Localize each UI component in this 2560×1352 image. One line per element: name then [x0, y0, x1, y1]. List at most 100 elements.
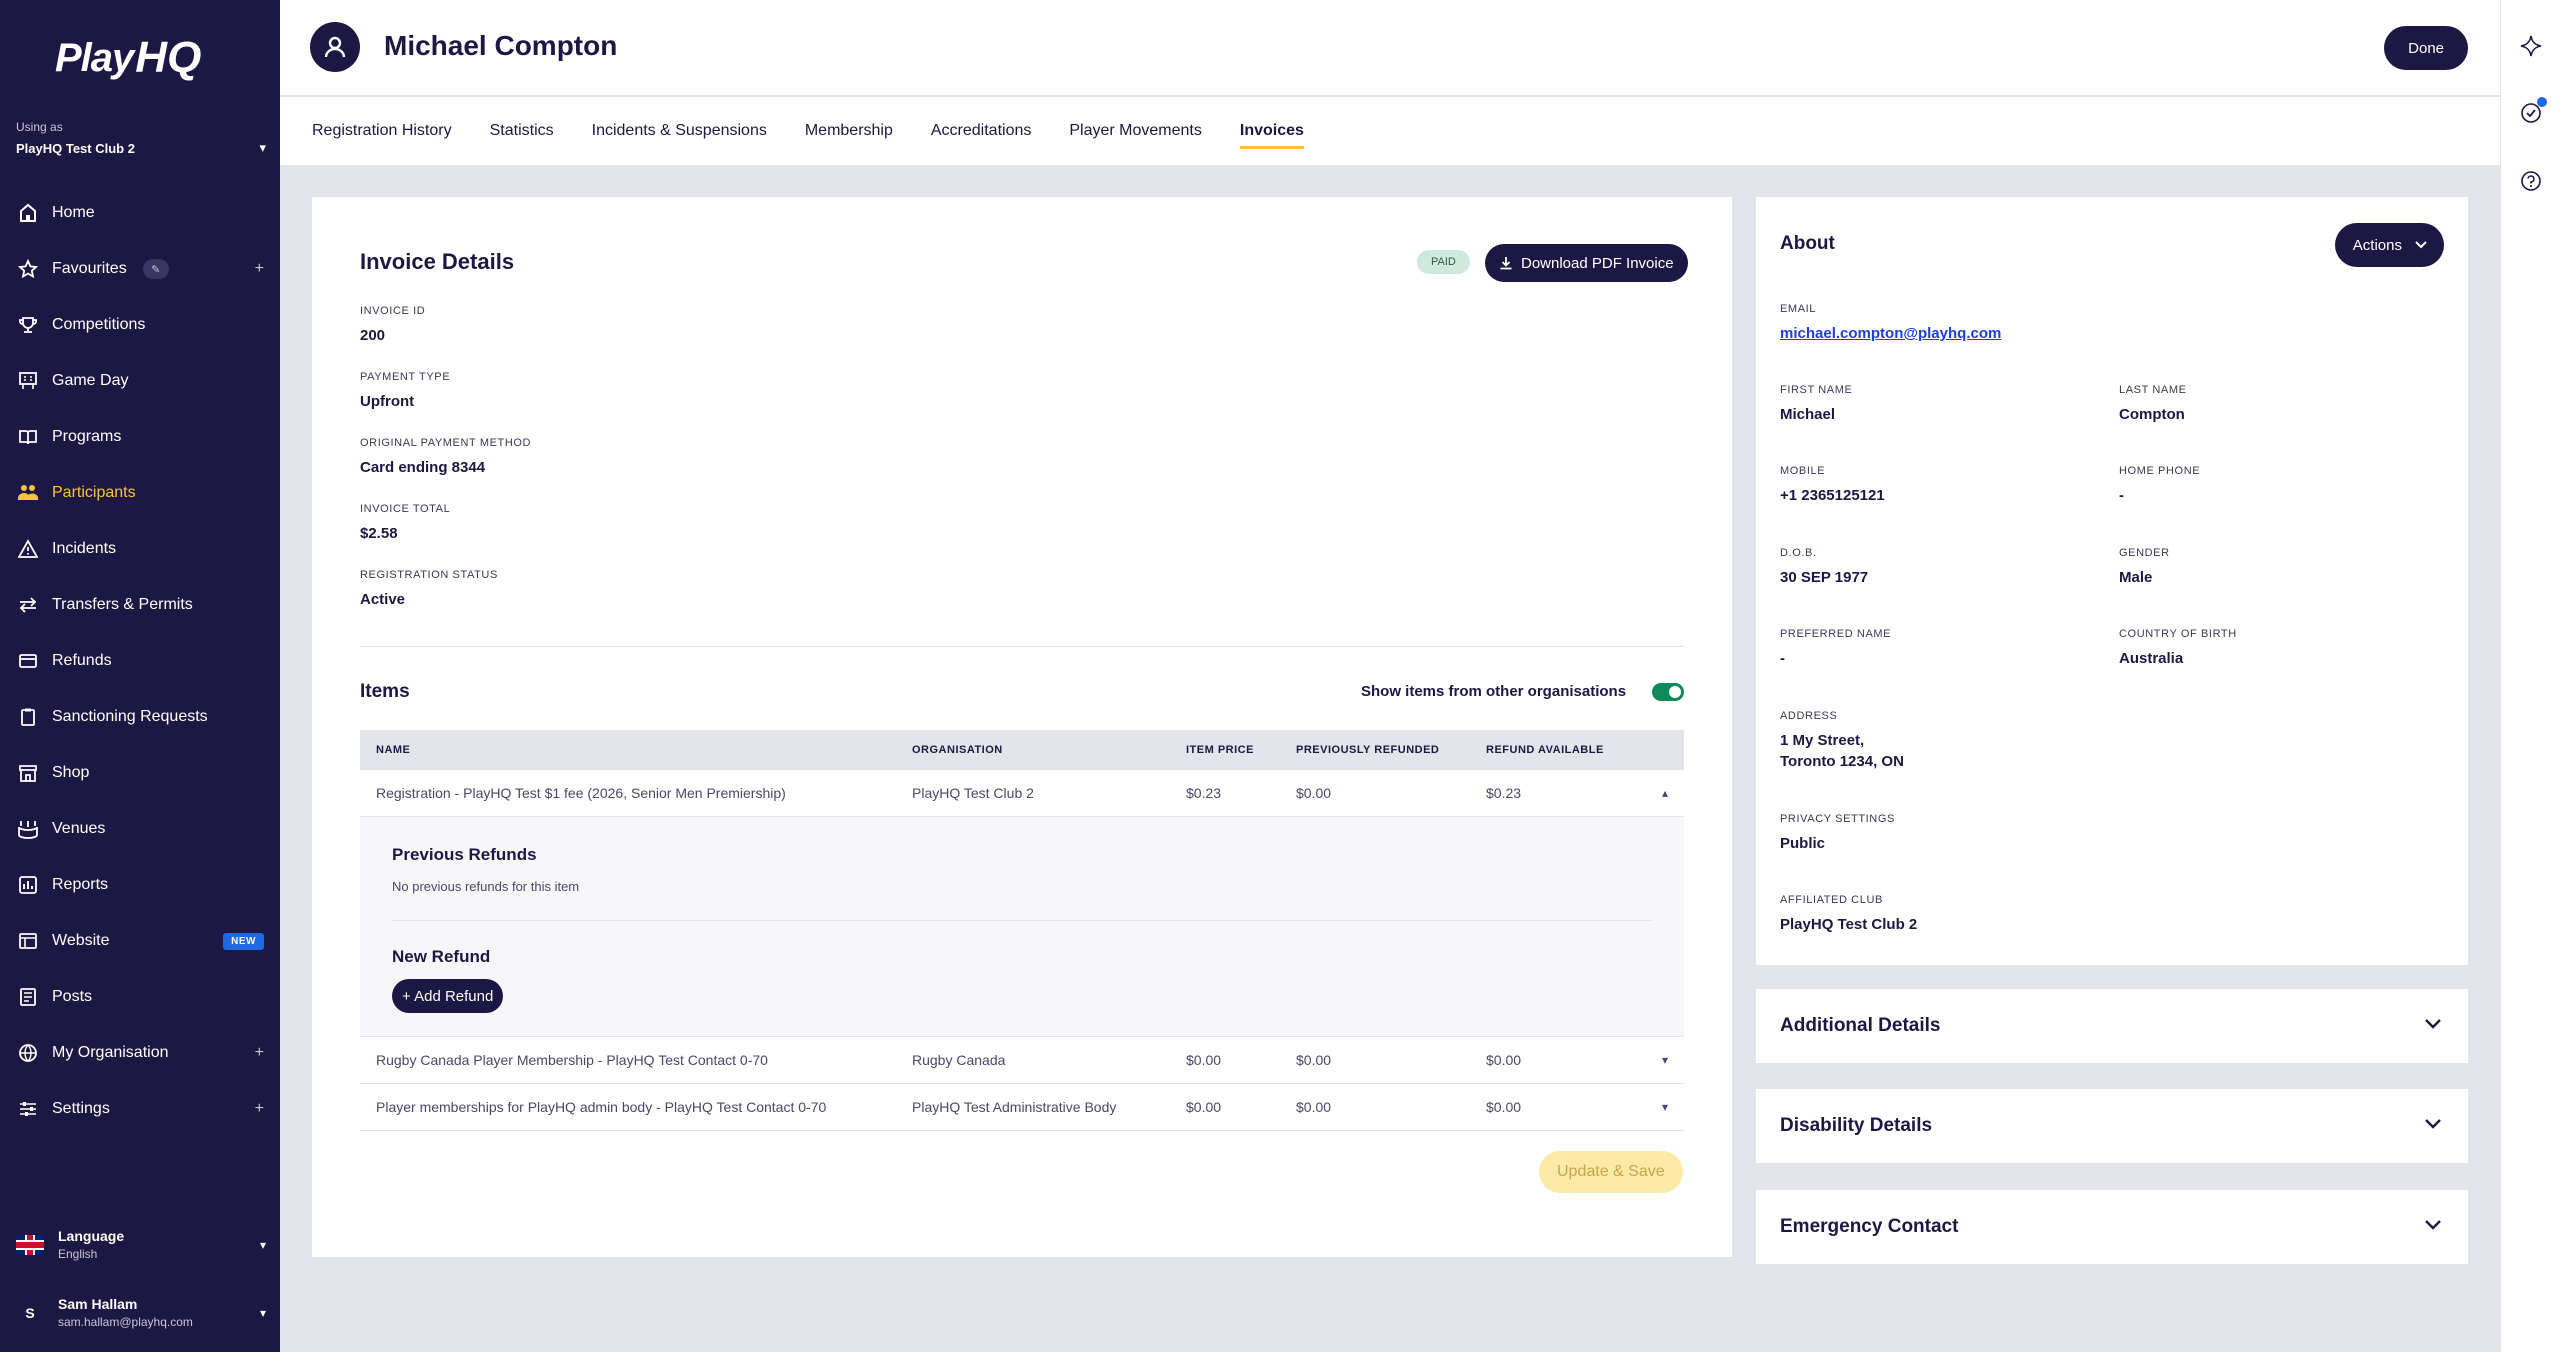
tasks-check-icon[interactable]: [2519, 97, 2547, 125]
sidebar-item-reports[interactable]: Reports: [0, 857, 280, 913]
done-button[interactable]: Done: [2384, 26, 2468, 70]
sparkle-icon[interactable]: [2519, 34, 2543, 58]
card-icon: [16, 649, 40, 673]
sidebar-item-programs[interactable]: Programs: [0, 409, 280, 465]
expand-plus-icon[interactable]: +: [255, 1044, 264, 1062]
accordion-emergency-contact[interactable]: Emergency Contact: [1756, 1190, 2468, 1264]
sidebar-item-label: Favourites: [52, 260, 127, 277]
email-link[interactable]: michael.compton@playhq.com: [1780, 325, 2001, 342]
language-label: Language: [58, 1228, 125, 1244]
chevron-down-icon: [2424, 1017, 2442, 1035]
sidebar-item-incidents[interactable]: Incidents: [0, 521, 280, 577]
show-other-orgs-toggle[interactable]: [1652, 683, 1684, 701]
download-pdf-label: Download PDF Invoice: [1521, 254, 1674, 272]
field-label: FIRST NAME: [1780, 384, 1853, 396]
tab-incidents-suspensions[interactable]: Incidents & Suspensions: [592, 97, 767, 165]
field-label: Registration Status: [360, 569, 498, 581]
field-invoice-id: Invoice ID 200: [360, 305, 531, 371]
sidebar-item-sanctioning[interactable]: Sanctioning Requests: [0, 689, 280, 745]
sidebar-item-label: Refunds: [52, 652, 112, 669]
expand-row-icon[interactable]: ▾: [1646, 1100, 1684, 1114]
sidebar-item-label: Participants: [52, 484, 136, 501]
cell-name: Rugby Canada Player Membership - PlayHQ …: [376, 1052, 768, 1068]
field-label: HOME PHONE: [2119, 465, 2201, 477]
notification-badge: [2537, 97, 2547, 107]
transfer-icon: [16, 593, 40, 617]
tab-invoices[interactable]: Invoices: [1239, 97, 1304, 165]
sidebar-item-favourites[interactable]: Favourites ✎ +: [0, 241, 280, 297]
help-icon[interactable]: [2519, 169, 2543, 193]
user-menu[interactable]: S Sam Hallam sam.hallam@playhq.com ▾: [16, 1296, 266, 1329]
cell-name: Registration - PlayHQ Test $1 fee (2026,…: [376, 785, 786, 801]
sidebar-item-transfers[interactable]: Transfers & Permits: [0, 577, 280, 633]
page-header: Michael Compton Done: [280, 0, 2500, 96]
sidebar-item-my-organisation[interactable]: My Organisation +: [0, 1025, 280, 1081]
collapse-row-icon[interactable]: ▴: [1646, 786, 1684, 800]
sidebar-item-label: Incidents: [52, 540, 117, 557]
sidebar-item-label: Home: [52, 204, 95, 221]
field-first-name: FIRST NAME Michael: [1780, 384, 1852, 423]
field-value: Michael: [1780, 406, 1836, 423]
update-save-button[interactable]: Update & Save: [1539, 1151, 1683, 1193]
column-header: NAME: [376, 744, 411, 756]
tab-accreditations[interactable]: Accreditations: [931, 97, 1032, 165]
chevron-down-icon: ▾: [259, 140, 266, 155]
sidebar-item-settings[interactable]: Settings +: [0, 1081, 280, 1137]
table-row[interactable]: Registration - PlayHQ Test $1 fee (2026,…: [360, 770, 1684, 817]
star-icon: [16, 257, 40, 281]
sidebar-item-competitions[interactable]: Competitions: [0, 297, 280, 353]
field-value: $2.58: [360, 525, 398, 542]
field-last-name: LAST NAME Compton: [2119, 384, 2187, 423]
sidebar-item-website[interactable]: Website NEW: [0, 913, 280, 969]
cell-refund-available: $0.00: [1486, 1099, 1522, 1115]
section-divider: [392, 920, 1652, 921]
table-row[interactable]: Rugby Canada Player Membership - PlayHQ …: [360, 1037, 1684, 1084]
accordion-additional-details[interactable]: Additional Details: [1756, 989, 2468, 1063]
field-value: -: [2119, 487, 2124, 504]
organisation-selector[interactable]: PlayHQ Test Club 2 ▾: [16, 140, 266, 156]
user-avatar: S: [25, 1304, 35, 1321]
section-divider: [360, 646, 1684, 647]
sidebar-item-refunds[interactable]: Refunds: [0, 633, 280, 689]
download-pdf-button[interactable]: Download PDF Invoice: [1485, 244, 1688, 282]
sidebar-item-participants[interactable]: Participants: [0, 465, 280, 521]
actions-button[interactable]: Actions: [2334, 223, 2444, 267]
field-email: EMAIL michael.compton@playhq.com: [1780, 303, 2001, 342]
field-value: Card ending 8344: [360, 459, 486, 476]
sidebar-nav: Home Favourites ✎ + Competitions Game Da…: [0, 185, 280, 1137]
field-value: +1 2365125121: [1780, 487, 1885, 504]
sidebar-item-posts[interactable]: Posts: [0, 969, 280, 1025]
row-expanded-panel: Previous Refunds No previous refunds for…: [360, 817, 1684, 1037]
tab-statistics[interactable]: Statistics: [490, 97, 554, 165]
tab-registration-history[interactable]: Registration History: [312, 97, 452, 165]
language-selector[interactable]: Language English ▾: [16, 1228, 266, 1261]
new-refund-title: New Refund: [392, 947, 491, 966]
field-value: Australia: [2119, 650, 2184, 667]
sidebar-item-venues[interactable]: Venues: [0, 801, 280, 857]
playhq-logo[interactable]: Play HQ: [55, 22, 201, 94]
clipboard-icon: [16, 705, 40, 729]
field-gender: GENDER Male: [2119, 547, 2170, 586]
expand-plus-icon[interactable]: +: [255, 1100, 264, 1118]
sidebar-item-game-day[interactable]: Game Day: [0, 353, 280, 409]
sidebar-item-label: Competitions: [52, 316, 146, 333]
tab-membership[interactable]: Membership: [805, 97, 893, 165]
expand-plus-icon[interactable]: +: [255, 260, 264, 278]
add-refund-button[interactable]: + Add Refund: [392, 979, 504, 1013]
accordion-title: Emergency Contact: [1780, 1216, 1959, 1237]
invoice-details-card: Invoice Details PAID Download PDF Invoic…: [312, 197, 1732, 1257]
sidebar-item-home[interactable]: Home: [0, 185, 280, 241]
field-label: MOBILE: [1780, 465, 1826, 477]
expand-row-icon[interactable]: ▾: [1646, 1053, 1684, 1067]
field-label: EMAIL: [1780, 303, 1817, 315]
accordion-disability-details[interactable]: Disability Details: [1756, 1089, 2468, 1163]
cell-previously-refunded: $0.00: [1296, 785, 1332, 801]
person-avatar-icon: [310, 22, 360, 72]
column-header: ITEM PRICE: [1186, 744, 1254, 756]
table-row[interactable]: Player memberships for PlayHQ admin body…: [360, 1084, 1684, 1131]
sidebar-item-shop[interactable]: Shop: [0, 745, 280, 801]
globe-icon: [16, 1041, 40, 1065]
sidebar-item-label: My Organisation: [52, 1044, 169, 1061]
tab-player-movements[interactable]: Player Movements: [1069, 97, 1202, 165]
edit-favourites-icon[interactable]: ✎: [142, 259, 169, 279]
